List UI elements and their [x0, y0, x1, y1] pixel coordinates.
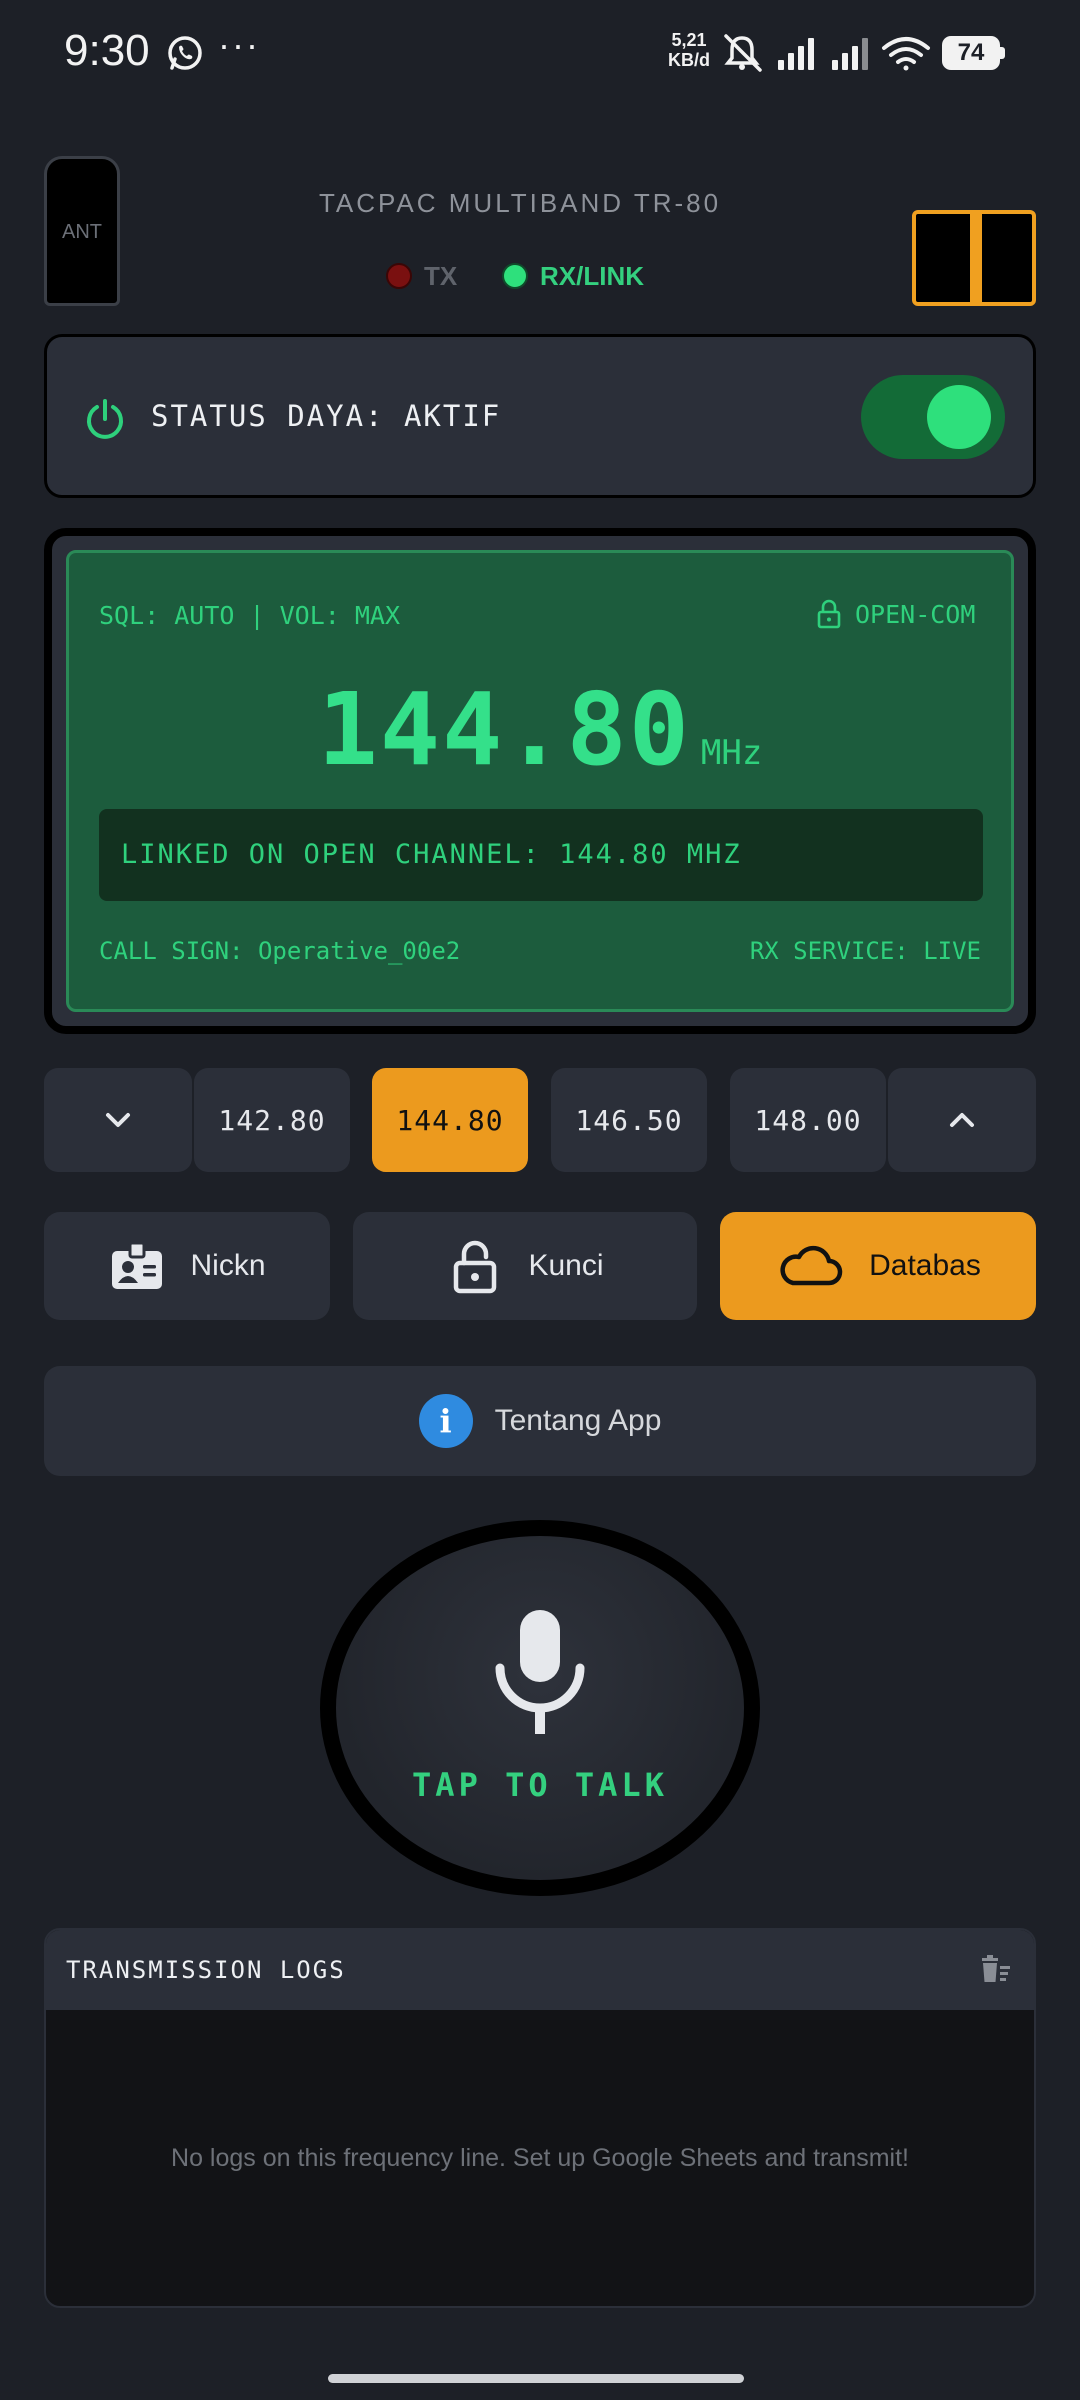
- lock-open-icon: [454, 1240, 497, 1294]
- lock-button-label: Kunci: [528, 1249, 604, 1282]
- logs-empty-message: No logs on this frequency line. Set up G…: [171, 2144, 909, 2172]
- tx-led-icon: [386, 263, 412, 289]
- power-icon: [87, 399, 123, 439]
- signal-icon: [832, 38, 868, 70]
- battery-bar: [970, 214, 982, 302]
- channel-preset-14800[interactable]: 148.00: [730, 1068, 886, 1172]
- about-app-button[interactable]: i Tentang App: [44, 1366, 1036, 1476]
- channel-down-button[interactable]: [44, 1068, 192, 1172]
- lock-button[interactable]: Kunci: [353, 1212, 697, 1320]
- tx-indicator: TX: [386, 258, 457, 294]
- microphone-icon: [495, 1610, 585, 1734]
- lock-status: OPEN-COM: [817, 599, 975, 629]
- radio-display: SQL: AUTO | VOL: MAX OPEN-COM 144.80 MHz …: [66, 550, 1014, 1012]
- chevron-up-icon: [950, 1113, 974, 1127]
- battery-icon: 74: [942, 36, 1006, 70]
- system-tray-icons: [724, 34, 930, 72]
- radio-display-frame: SQL: AUTO | VOL: MAX OPEN-COM 144.80 MHz …: [44, 528, 1036, 1034]
- push-to-talk-label: TAP TO TALK: [412, 1766, 668, 1804]
- nickname-button[interactable]: Nickn: [44, 1212, 330, 1320]
- frequency-value: 144.80: [317, 671, 691, 788]
- chevron-down-icon: [106, 1113, 130, 1127]
- lock-open-icon: [817, 599, 841, 629]
- database-button[interactable]: Databas: [720, 1212, 1036, 1320]
- sql-vol-readout: SQL: AUTO | VOL: MAX: [99, 601, 401, 630]
- logs-title: TRANSMISSION LOGS: [66, 1956, 346, 1984]
- battery-level: 74: [957, 39, 985, 66]
- rx-service-status: RX SERVICE: LIVE: [749, 937, 981, 965]
- channel-preset-14280[interactable]: 142.80: [194, 1068, 350, 1172]
- network-speed-value: 5,21: [671, 30, 707, 50]
- info-icon: i: [418, 1394, 473, 1448]
- power-status-label: STATUS DAYA: AKTIF: [151, 399, 502, 433]
- logs-header: TRANSMISSION LOGS: [46, 1930, 1034, 2010]
- network-speed-unit: KB/d: [668, 50, 710, 70]
- rx-indicator: RX/LINK: [502, 258, 644, 294]
- battery-compartment: [912, 210, 1036, 306]
- channel-preset-14650[interactable]: 146.50: [551, 1068, 707, 1172]
- link-status-box: LINKED ON OPEN CHANNEL: 144.80 MHZ: [99, 809, 983, 901]
- network-speed: 5,21 KB/d: [664, 30, 714, 70]
- push-to-talk-button[interactable]: TAP TO TALK: [320, 1520, 760, 1896]
- rx-led-icon: [502, 263, 528, 289]
- device-model: TACPAC MULTIBAND TR-80: [318, 188, 722, 218]
- wifi-icon: [882, 37, 930, 71]
- whatsapp-icon: [168, 36, 202, 70]
- lock-status-label: OPEN-COM: [855, 599, 976, 629]
- toggle-knob: [927, 385, 991, 449]
- more-notifications-icon: ···: [218, 24, 260, 65]
- nickname-button-label: Nickn: [190, 1249, 266, 1282]
- link-message: LINKED ON OPEN CHANNEL: 144.80 MHZ: [121, 839, 742, 870]
- about-app-label: Tentang App: [494, 1404, 662, 1437]
- database-button-label: Databas: [869, 1249, 981, 1282]
- clear-logs-icon[interactable]: [978, 1952, 1012, 1986]
- tx-label: TX: [424, 260, 458, 291]
- power-card: STATUS DAYA: AKTIF: [44, 334, 1036, 498]
- channel-preset-14480[interactable]: 144.80: [372, 1068, 528, 1172]
- frequency-readout: 144.80 MHz: [69, 671, 1011, 788]
- bell-muted-icon: [724, 34, 762, 72]
- home-indicator[interactable]: [328, 2374, 744, 2383]
- power-toggle[interactable]: [861, 375, 1005, 459]
- clock: 9:30: [64, 26, 150, 75]
- antenna-label: ANT: [62, 221, 102, 243]
- id-badge-icon: [112, 1241, 163, 1289]
- frequency-unit: MHz: [700, 733, 763, 773]
- transmission-logs-panel: TRANSMISSION LOGS No logs on this freque…: [44, 1928, 1036, 2308]
- call-sign: CALL SIGN: Operative_00e2: [99, 937, 461, 965]
- antenna: ANT: [44, 156, 120, 306]
- rx-label: RX/LINK: [540, 260, 644, 291]
- signal-icon: [778, 38, 814, 70]
- cloud-icon: [780, 1245, 843, 1286]
- status-bar: 9:30 ··· 5,21 KB/d 74: [0, 0, 1080, 110]
- channel-up-button[interactable]: [888, 1068, 1036, 1172]
